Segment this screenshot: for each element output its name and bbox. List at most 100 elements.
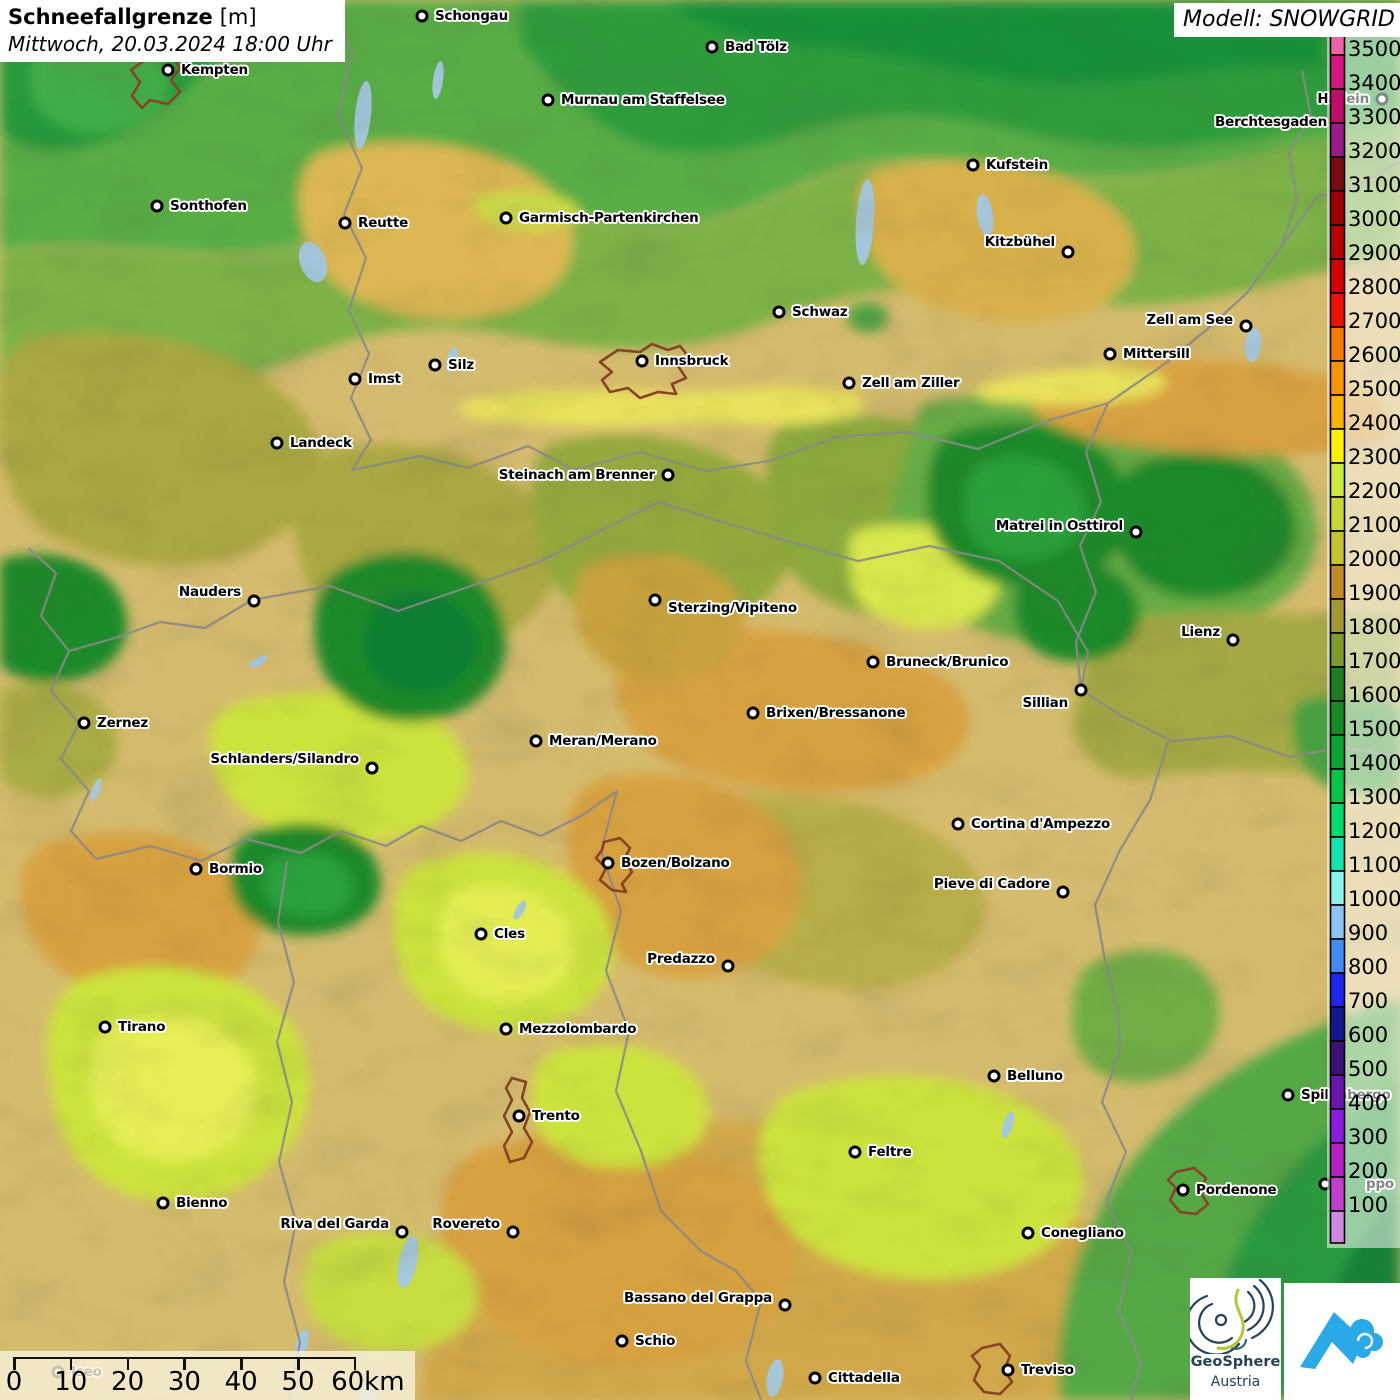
colorbar-segment bbox=[1331, 327, 1345, 361]
mountain-snow-cloud-icon bbox=[1284, 1283, 1400, 1400]
city-marker-icon bbox=[513, 1110, 526, 1123]
city-label: Garmisch-Partenkirchen bbox=[519, 210, 699, 226]
colorbar-segment bbox=[1331, 429, 1345, 463]
snowfall-limit-map: SchongauBad TölzKemptenMurnau am Staffel… bbox=[0, 0, 1400, 1400]
city-marker-icon bbox=[849, 1146, 862, 1159]
city-marker-icon bbox=[843, 377, 856, 390]
city-label: Schwaz bbox=[792, 304, 848, 320]
city-marker-icon bbox=[500, 1023, 513, 1036]
colorbar-segment bbox=[1331, 293, 1345, 327]
colorbar-tick-label: 2800 bbox=[1348, 275, 1400, 299]
colorbar-tick-label: 500 bbox=[1348, 1057, 1388, 1081]
partner-logo bbox=[1284, 1283, 1400, 1400]
city-label: Bruneck/Brunico bbox=[886, 654, 1008, 670]
city-label: Brixen/Bressanone bbox=[766, 705, 906, 721]
city-marker-icon bbox=[722, 960, 735, 973]
colorbar-segment bbox=[1331, 837, 1345, 871]
colorbar-segment bbox=[1331, 55, 1345, 89]
city-label: Schlanders/Silandro bbox=[210, 751, 359, 767]
city-label: Landeck bbox=[290, 435, 352, 451]
scale-bar-label: 20 bbox=[111, 1367, 144, 1397]
city-label: Conegliano bbox=[1041, 1225, 1124, 1241]
page-title: Schneefallgrenze[m] bbox=[8, 3, 345, 31]
colorbar-tick-label: 600 bbox=[1348, 1023, 1388, 1047]
city-marker-icon bbox=[809, 1372, 822, 1385]
city-marker-icon bbox=[151, 200, 164, 213]
title-datetime: Mittwoch, 20.03.2024 18:00 Uhr bbox=[8, 31, 345, 58]
city-label: Lienz bbox=[1181, 624, 1220, 640]
colorbar-segment bbox=[1331, 361, 1345, 395]
colorbar-tick-label: 3100 bbox=[1348, 173, 1400, 197]
scale-bar-label: 60km bbox=[331, 1367, 404, 1397]
city-marker-icon bbox=[706, 41, 719, 54]
city-layer: SchongauBad TölzKemptenMurnau am Staffel… bbox=[0, 0, 1400, 1400]
city-label: Feltre bbox=[868, 1144, 912, 1160]
city-marker-icon bbox=[649, 594, 662, 607]
city-label: Steinach am Brenner bbox=[499, 467, 655, 483]
city-marker-icon bbox=[416, 10, 429, 23]
city-label: Kitzbühel bbox=[985, 234, 1055, 250]
geosphere-logo-name: GeoSphere bbox=[1190, 1354, 1281, 1370]
colorbar-tick-label: 2700 bbox=[1348, 309, 1400, 333]
city-label: Riva del Garda bbox=[280, 1216, 389, 1232]
colorbar-segment bbox=[1331, 191, 1345, 225]
city-label: Reutte bbox=[358, 215, 408, 231]
city-marker-icon bbox=[162, 64, 175, 77]
colorbar-segment bbox=[1331, 701, 1345, 735]
city-label: Meran/Merano bbox=[549, 733, 657, 749]
colorbar-segment bbox=[1331, 871, 1345, 905]
colorbar-tick-label: 400 bbox=[1348, 1091, 1388, 1115]
scale-bar-label: 30 bbox=[168, 1367, 201, 1397]
city-label: Matrei in Osttirol bbox=[996, 518, 1123, 534]
scale-bar: 0102030405060km bbox=[0, 1351, 415, 1400]
colorbar-tick-label: 1800 bbox=[1348, 615, 1400, 639]
city-label: Zell am Ziller bbox=[862, 375, 959, 391]
colorbar-tick-label: 1400 bbox=[1348, 751, 1400, 775]
city-label: Cles bbox=[494, 926, 525, 942]
city-label: Bienno bbox=[176, 1195, 227, 1211]
city-marker-icon bbox=[429, 359, 442, 372]
city-marker-icon bbox=[747, 707, 760, 720]
colorbar-segment bbox=[1331, 1109, 1345, 1143]
colorbar-segment bbox=[1331, 973, 1345, 1007]
city-label: Rovereto bbox=[432, 1216, 500, 1232]
city-marker-icon bbox=[616, 1335, 629, 1348]
city-marker-icon bbox=[542, 94, 555, 107]
colorbar-segment bbox=[1331, 259, 1345, 293]
scale-bar-label: 0 bbox=[6, 1367, 23, 1397]
colorbar-segment bbox=[1331, 225, 1345, 259]
city-label: Murnau am Staffelsee bbox=[561, 92, 725, 108]
city-marker-icon bbox=[1075, 684, 1088, 697]
colorbar-tick-label: 1200 bbox=[1348, 819, 1400, 843]
city-marker-icon bbox=[988, 1070, 1001, 1083]
city-marker-icon bbox=[952, 818, 965, 831]
city-label: Schio bbox=[635, 1333, 675, 1349]
city-marker-icon bbox=[779, 1299, 792, 1312]
city-label: Belluno bbox=[1007, 1068, 1063, 1084]
colorbar-segment bbox=[1331, 497, 1345, 531]
city-label: Pieve di Cadore bbox=[934, 876, 1050, 892]
geosphere-logo-country: Austria bbox=[1190, 1374, 1281, 1390]
city-label: Kempten bbox=[181, 62, 248, 78]
colorbar-segment bbox=[1331, 463, 1345, 497]
city-label: Zell am See bbox=[1146, 312, 1233, 328]
colorbar-tick-label: 1900 bbox=[1348, 581, 1400, 605]
colorbar: 3500340033003200310030002900280027002600… bbox=[1327, 28, 1400, 1248]
colorbar-tick-label: 1300 bbox=[1348, 785, 1400, 809]
colorbar-segment bbox=[1331, 905, 1345, 939]
city-marker-icon bbox=[1282, 1089, 1295, 1102]
colorbar-segment bbox=[1331, 531, 1345, 565]
city-marker-icon bbox=[271, 437, 284, 450]
colorbar-tick-label: 700 bbox=[1348, 989, 1388, 1013]
colorbar-tick-label: 2600 bbox=[1348, 343, 1400, 367]
title-box: Schneefallgrenze[m] Mittwoch, 20.03.2024… bbox=[0, 0, 345, 62]
city-label: Tirano bbox=[118, 1019, 165, 1035]
city-label: Pordenone bbox=[1196, 1182, 1277, 1198]
city-marker-icon bbox=[157, 1197, 170, 1210]
city-label: Mezzolombardo bbox=[519, 1021, 636, 1037]
city-marker-icon bbox=[500, 212, 513, 225]
colorbar-segment bbox=[1331, 1007, 1345, 1041]
colorbar-tick-label: 2200 bbox=[1348, 479, 1400, 503]
scale-bar-label: 10 bbox=[54, 1367, 87, 1397]
city-marker-icon bbox=[349, 373, 362, 386]
